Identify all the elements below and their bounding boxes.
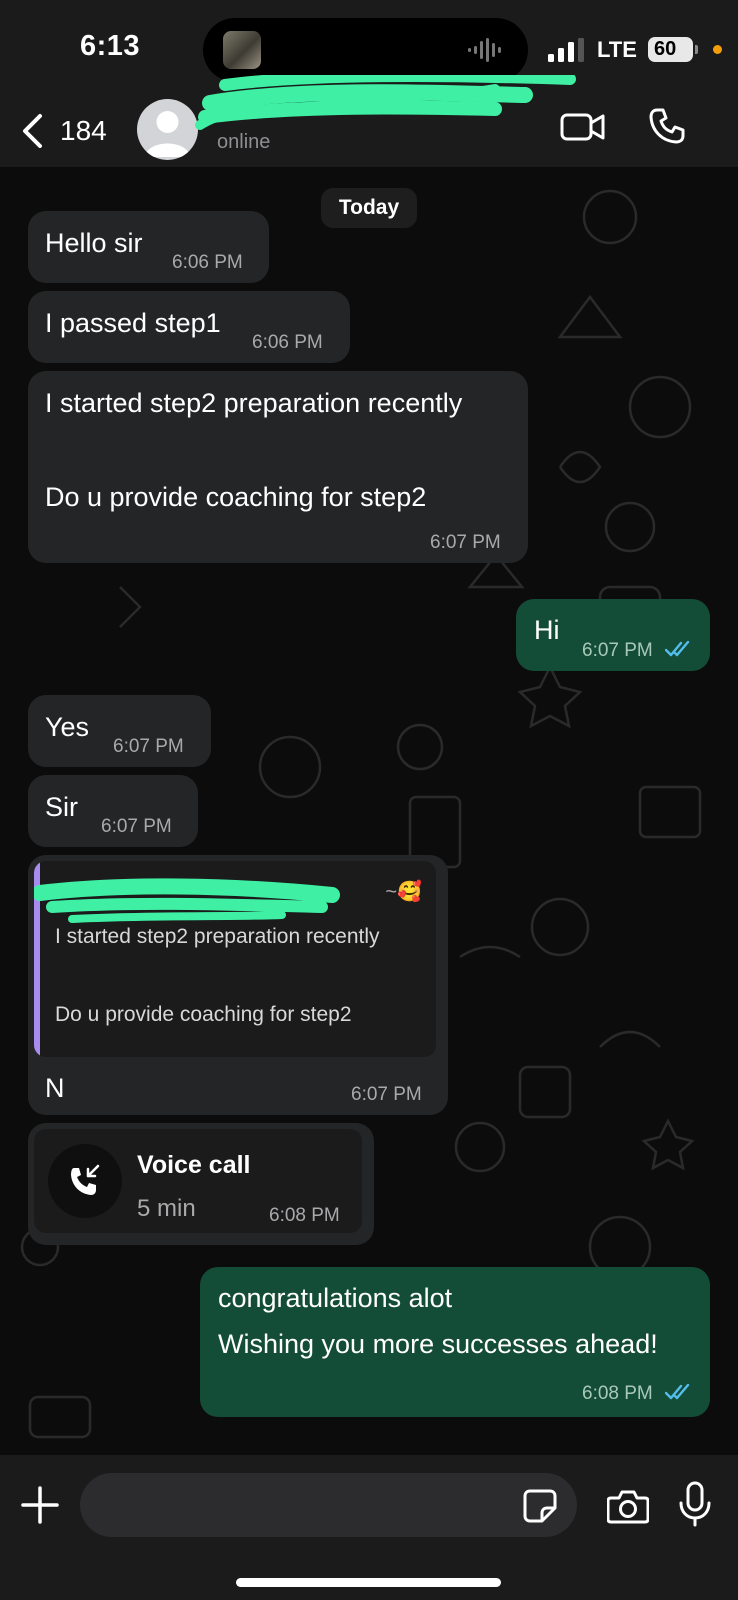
battery-icon: 60 <box>648 37 693 62</box>
video-camera-icon[interactable] <box>560 109 606 145</box>
chevron-left-icon[interactable] <box>18 113 48 149</box>
home-indicator <box>236 1578 501 1587</box>
privacy-indicator-dot <box>713 45 722 54</box>
incoming-message[interactable]: I started step2 preparation recently Do … <box>28 371 528 563</box>
incoming-message[interactable]: Yes 6:07 PM <box>28 695 211 767</box>
microphone-icon[interactable] <box>678 1481 712 1527</box>
unread-chats-count[interactable]: 184 <box>60 115 107 147</box>
message-text: I passed step1 <box>45 308 221 338</box>
avatar[interactable] <box>137 99 198 160</box>
message-time: 6:06 PM <box>172 252 243 273</box>
battery-tip <box>695 45 698 54</box>
incoming-message[interactable]: Hello sir 6:06 PM <box>28 211 269 283</box>
read-receipt-icon <box>665 1384 690 1400</box>
message-text: Sir <box>45 792 78 822</box>
read-receipt-icon <box>665 641 690 657</box>
call-duration: 5 min <box>137 1195 196 1222</box>
quoted-text-line: I started step2 preparation recently <box>55 925 380 948</box>
message-text: Hello sir <box>45 228 143 258</box>
message-time: 6:06 PM <box>252 332 323 353</box>
outgoing-message[interactable]: Hi 6:07 PM <box>516 599 710 671</box>
status-time: 6:13 <box>80 30 141 62</box>
plus-icon[interactable] <box>20 1485 60 1525</box>
outgoing-message[interactable]: congratulations alot Wishing you more su… <box>200 1267 710 1417</box>
message-time: 6:07 PM <box>430 532 501 553</box>
incoming-message[interactable]: Sir 6:07 PM <box>28 775 198 847</box>
message-time: 6:08 PM <box>269 1205 340 1226</box>
message-time: 6:07 PM <box>101 816 172 837</box>
redaction-scribble <box>195 75 576 130</box>
presence-status: online <box>217 131 271 153</box>
chat-area[interactable]: Today Hello sir 6:06 PM I passed step1 6… <box>0 167 738 1455</box>
message-time: 6:07 PM <box>351 1084 422 1105</box>
now-playing-thumbnail <box>223 31 261 69</box>
signal-icon <box>548 38 584 62</box>
phone-icon[interactable] <box>648 107 686 145</box>
message-input[interactable] <box>80 1473 577 1537</box>
incoming-reply-message[interactable]: ~🥰 I started step2 preparation recently … <box>28 855 448 1115</box>
message-time: 6:07 PM <box>113 736 184 757</box>
message-text: Hi <box>534 615 560 645</box>
quoted-message[interactable]: ~🥰 I started step2 preparation recently … <box>34 861 436 1057</box>
message-text-line: Do u provide coaching for step2 <box>45 482 427 512</box>
message-time: 6:07 PM <box>582 640 653 661</box>
network-type: LTE <box>597 37 637 62</box>
message-text-line: congratulations alot <box>218 1283 453 1313</box>
dynamic-island <box>203 18 528 82</box>
redaction-scribble <box>34 878 340 923</box>
sticker-icon[interactable] <box>522 1488 558 1524</box>
incoming-call-message[interactable]: Voice call 5 min 6:08 PM <box>28 1123 374 1245</box>
incoming-message[interactable]: I passed step1 6:06 PM <box>28 291 350 363</box>
battery-level: 60 <box>654 38 677 60</box>
message-text: N <box>45 1073 65 1103</box>
message-text-line: Wishing you more successes ahead! <box>218 1329 658 1359</box>
missed-incoming-call-icon <box>48 1144 122 1218</box>
message-composer <box>0 1455 738 1600</box>
audio-wave-icon <box>468 38 501 62</box>
quoted-text-line: Do u provide coaching for step2 <box>55 1003 352 1026</box>
quoted-author-tag: ~🥰 <box>385 881 422 903</box>
message-text: Yes <box>45 712 90 742</box>
message-text-line: I started step2 preparation recently <box>45 388 463 418</box>
call-type: Voice call <box>137 1151 251 1179</box>
date-separator: Today <box>321 188 417 228</box>
camera-icon[interactable] <box>607 1488 649 1524</box>
avatar-icon <box>145 111 190 157</box>
voice-call-card[interactable]: Voice call 5 min 6:08 PM <box>34 1129 362 1233</box>
message-time: 6:08 PM <box>582 1383 653 1404</box>
chat-header: 184 online <box>0 75 738 167</box>
